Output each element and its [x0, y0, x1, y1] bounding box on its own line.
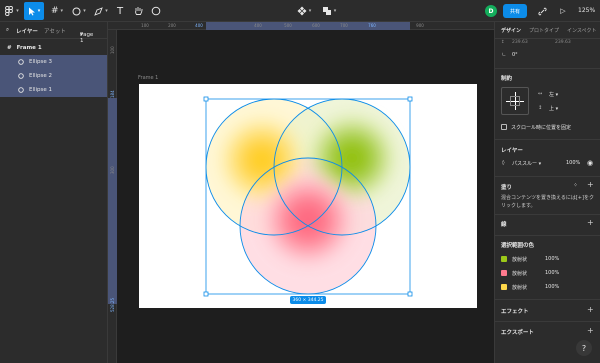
horizontal-constraint-select[interactable]: 左 ▾	[549, 91, 558, 98]
blend-icon: ◊	[502, 160, 505, 166]
tab-prototype[interactable]: プロトタイプ	[529, 27, 559, 34]
effects-section-title: エフェクト	[501, 309, 529, 315]
color-swatch[interactable]	[501, 256, 507, 262]
resize-handle[interactable]	[407, 96, 413, 102]
constraint-inner-box	[510, 96, 520, 106]
divider	[494, 176, 600, 177]
rotation-icon: ∟	[502, 52, 507, 58]
selection-color-opacity[interactable]: 100%	[545, 284, 559, 290]
layer-opacity-field[interactable]: 100%	[566, 160, 580, 166]
color-swatch[interactable]	[501, 284, 507, 290]
rotation-field[interactable]: 0°	[512, 52, 518, 58]
position-x-field[interactable]: 239.63	[512, 40, 528, 45]
add-fill-button[interactable]: +	[587, 180, 594, 189]
fill-section-title: 塗り	[501, 185, 513, 191]
position-y-field[interactable]: 239.63	[555, 40, 571, 45]
resize-handle[interactable]	[203, 96, 209, 102]
color-swatch[interactable]	[501, 270, 507, 276]
selection-dimensions: 360 × 344.25	[290, 296, 326, 304]
selection-color-opacity[interactable]: 100%	[545, 256, 559, 262]
selection-color-label: 放射状	[512, 271, 528, 277]
divider	[494, 321, 600, 322]
divider	[494, 299, 600, 300]
chevron-down-icon: ▾	[538, 161, 542, 167]
eye-icon[interactable]: ◉	[587, 159, 593, 167]
blend-mode-select[interactable]: パススルー ▾	[512, 160, 541, 167]
blend-mode-value: パススルー	[512, 161, 538, 167]
export-section-title: エクスポート	[501, 330, 534, 336]
constraints-title: 制約	[501, 76, 513, 82]
fix-position-label: スクロール時に位置を固定	[511, 125, 572, 131]
constraint-widget[interactable]	[501, 87, 529, 115]
stroke-section-title: 線	[501, 222, 507, 228]
add-stroke-button[interactable]: +	[587, 218, 594, 227]
vertical-constraint-value: 上	[549, 106, 555, 112]
tab-design[interactable]: デザイン	[501, 27, 521, 34]
style-grid-icon[interactable]: ⁘	[573, 182, 578, 189]
position-x-label: ↕	[501, 40, 505, 45]
fix-position-checkbox[interactable]	[501, 124, 507, 130]
fill-mixed-hint: 混合コンテンツを置き換えるには[+]をクリックします。	[501, 195, 594, 209]
vertical-constraint-icon: ↕	[538, 105, 543, 111]
divider	[494, 139, 600, 140]
selection-color-label: 放射状	[512, 285, 528, 291]
layer-section-title: レイヤー	[501, 148, 523, 154]
selection-color-opacity[interactable]: 100%	[545, 270, 559, 276]
help-button[interactable]: ?	[576, 340, 592, 356]
divider	[494, 235, 600, 236]
vertical-constraint-select[interactable]: 上 ▾	[549, 105, 558, 112]
add-effect-button[interactable]: +	[587, 305, 594, 314]
selection-colors-title: 選択範囲の色	[501, 243, 535, 249]
add-export-button[interactable]: +	[587, 326, 594, 335]
divider	[494, 68, 600, 69]
tab-inspect[interactable]: インスペクト	[567, 27, 597, 34]
properties-tabs: デザイン プロトタイプ インスペクト	[495, 22, 600, 39]
resize-handle[interactable]	[203, 291, 209, 297]
chevron-down-icon: ▾	[555, 92, 559, 98]
horizontal-constraint-value: 左	[549, 92, 555, 98]
chevron-down-icon: ▾	[555, 106, 559, 112]
selection-color-label: 放射状	[512, 257, 528, 263]
horizontal-constraint-icon: ↔	[538, 91, 543, 97]
resize-handle[interactable]	[407, 291, 413, 297]
divider	[494, 214, 600, 215]
